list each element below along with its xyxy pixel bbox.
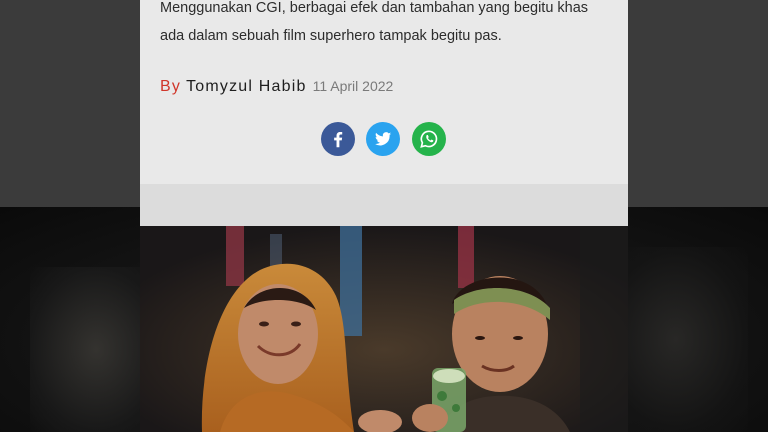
author-name[interactable]: Tomyzul Habib	[186, 78, 307, 96]
card-footer-strip	[140, 184, 628, 226]
twitter-share-button[interactable]	[366, 122, 400, 156]
article-paragraph: Menggunakan CGI, berbagai efek dan tamba…	[160, 0, 589, 44]
facebook-share-button[interactable]	[321, 122, 355, 156]
article-card: Menggunakan CGI, berbagai efek dan tamba…	[140, 0, 628, 184]
by-label: By	[160, 78, 182, 95]
twitter-icon	[375, 132, 392, 146]
photo-illustration	[140, 226, 628, 432]
article-photo	[140, 226, 628, 432]
publish-date: 11 April 2022	[312, 78, 394, 94]
whatsapp-icon	[420, 130, 438, 148]
share-buttons	[320, 122, 450, 158]
facebook-icon	[334, 131, 343, 148]
backdrop-blur-right	[628, 247, 748, 432]
backdrop-blur-left	[30, 267, 140, 432]
byline: By Tomyzul Habib 11 April 2022	[160, 78, 393, 100]
whatsapp-share-button[interactable]	[412, 122, 446, 156]
